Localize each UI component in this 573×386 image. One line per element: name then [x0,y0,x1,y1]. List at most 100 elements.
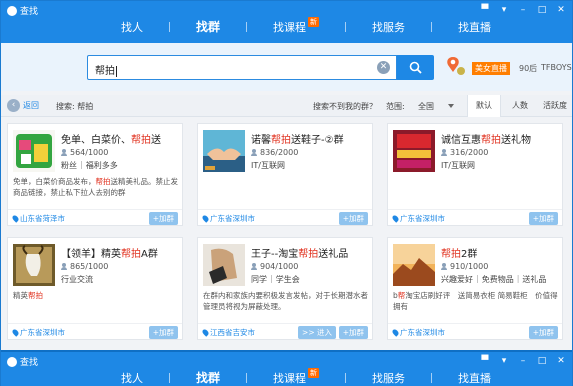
group-description: b帮淘宝店刷好评 送简易衣柜 简易鞋柜 价值得拥有 [393,291,558,311]
hot-word[interactable]: TFBOYS [541,63,572,72]
group-avatar [203,244,245,286]
not-found-link[interactable]: 搜索不到我的群？ [313,101,377,112]
join-group-button[interactable]: +加群 [338,326,368,339]
join-group-button[interactable]: +加群 [338,212,368,225]
enter-group-button[interactable]: >> 进入 [298,326,336,339]
search-icon [409,61,422,74]
tab-find-live[interactable]: 找直播 [458,19,491,35]
group-location: 山东省菏泽市 [11,213,65,224]
search-value: 帮拍 [95,66,115,77]
location-pin-icon[interactable] [445,55,467,77]
search-button[interactable] [397,55,434,80]
sort-default[interactable]: 默认 [467,95,501,117]
nav-divider [345,372,347,383]
group-card[interactable]: 诺馨帮拍送鞋子-②群 836/2000 IT/互联网 广东省深圳市 +加群 [197,123,373,226]
tab-find-groups[interactable]: 找群 [196,369,220,386]
tab-find-people[interactable]: 找人 [121,19,143,35]
menu-icon[interactable]: ▾ [499,5,509,15]
minimize-icon[interactable]: – [518,356,528,366]
tab-find-services[interactable]: 找服务 [372,370,405,386]
card-footer: 山东省菏泽市 +加群 [8,209,182,225]
close-icon[interactable]: ✕ [556,5,566,15]
maximize-icon[interactable]: □ [537,356,547,366]
group-card[interactable]: 诚信互惠帮拍送礼物 316/2000 IT/互联网 广东省深圳市 +加群 [387,123,563,226]
menu-icon[interactable]: ▾ [499,356,509,366]
join-group-button[interactable]: +加群 [528,212,558,225]
group-tags: 行业交流 [61,275,93,284]
group-avatar [393,130,435,172]
second-title-bar: 查找 找人 找群 找课程新 找服务 找直播 ▀ ▾ – □ ✕ [1,350,572,386]
group-name[interactable]: 诺馨帮拍送鞋子-②群 [251,131,344,146]
card-footer: 广东省深圳市 +加群 [8,323,182,339]
window-title: 查找 [20,358,39,368]
minimize-icon[interactable]: – [518,5,528,15]
top-nav: 找人 找群 找课程新 找服务 找直播 [121,367,491,386]
nav-divider [169,372,170,383]
group-card[interactable]: 【领羊】精英帮拍A群 865/1000 行业交流 精英帮拍 广东省深圳市 +加群 [7,237,183,340]
sort-activity[interactable]: 活跃度 [538,95,572,117]
maximize-icon[interactable]: □ [537,5,547,15]
search-input[interactable]: 帮拍 ✕ [87,55,397,80]
skin-icon[interactable]: ▀ [480,356,490,366]
tab-find-courses[interactable]: 找课程新 [273,367,320,386]
sort-members[interactable]: 人数 [503,95,537,117]
member-count: 904/1000 [251,262,298,271]
app-title: 查找 [7,4,38,17]
search-band: 帮拍 ✕ 美女直播 90后 TFBOYS [1,43,572,91]
location-icon [11,214,20,223]
members-icon [441,263,447,270]
group-results: 免单、白菜价、帮拍送 564/1000 粉丝 | 福利多多 免单，白菜价商品发布，帮… [7,123,572,345]
tab-find-people[interactable]: 找人 [121,370,143,386]
window-controls: ▀ ▾ – □ ✕ [480,356,566,366]
nav-divider [345,21,347,32]
tab-find-groups[interactable]: 找群 [196,18,220,35]
group-name[interactable]: 免单、白菜价、帮拍送 [61,131,161,146]
new-badge: 新 [308,367,320,378]
range-select[interactable]: 全国 [418,101,434,112]
clear-icon[interactable]: ✕ [377,61,390,74]
group-name[interactable]: 【领羊】精英帮拍A群 [61,245,158,260]
group-name[interactable]: 王子--淘宝帮拍送礼品 [251,245,348,260]
group-tags: IT/互联网 [251,161,285,170]
group-avatar [203,130,245,172]
window-title: 查找 [20,7,39,17]
group-tags: 兴趣爱好 | 免费物品 | 送礼品 [441,274,547,284]
nav-divider [246,21,248,32]
group-location: 广东省深圳市 [391,327,445,338]
group-name[interactable]: 诚信互惠帮拍送礼物 [441,131,531,146]
group-card[interactable]: 免单、白菜价、帮拍送 564/1000 粉丝 | 福利多多 免单，白菜价商品发布，帮… [7,123,183,226]
join-group-button[interactable]: +加群 [148,326,178,339]
promo-tag[interactable]: 美女直播 [472,62,510,75]
group-card[interactable]: 王子--淘宝帮拍送礼品 904/1000 同学 | 学生会 在群内和家族内要积极发言… [197,237,373,340]
back-label: 返回 [23,101,39,110]
breadcrumb: 搜索: 帮拍 [56,102,94,111]
title-bar: 查找 找人 找群 找课程新 找服务 找直播 ▀ ▾ – □ ✕ [1,1,572,43]
card-footer: 广东省深圳市 +加群 [388,209,562,225]
top-nav: 找人 找群 找课程新 找服务 找直播 [121,16,491,35]
qq-logo-icon [7,356,17,367]
join-group-button[interactable]: +加群 [528,326,558,339]
tab-find-services[interactable]: 找服务 [372,19,405,35]
filter-bar: ‹ 返回 搜索: 帮拍 搜索不到我的群？ 范围: 全国 默认 人数 活跃度 [1,95,572,117]
join-group-button[interactable]: +加群 [148,212,178,225]
group-name[interactable]: 帮拍2群 [441,245,477,260]
skin-icon[interactable]: ▀ [480,5,490,15]
tab-find-courses[interactable]: 找课程新 [273,16,320,35]
tab-find-live[interactable]: 找直播 [458,370,491,386]
location-icon [391,214,400,223]
back-arrow-icon: ‹ [7,99,20,112]
find-window: 查找 找人 找群 找课程新 找服务 找直播 ▀ ▾ – □ ✕ 帮拍 ✕ 美女直… [0,0,573,386]
hot-word[interactable]: 90后 [519,63,537,74]
card-footer: 广东省深圳市 +加群 [388,323,562,339]
group-tags: 粉丝 | 福利多多 [61,160,118,170]
members-icon [61,263,67,270]
back-button[interactable]: ‹ 返回 [7,99,39,112]
group-card[interactable]: 帮拍2群 910/1000 兴趣爱好 | 免费物品 | 送礼品 b帮淘宝店刷好评 送简易… [387,237,563,340]
member-count: 316/2000 [441,148,488,157]
member-count: 836/2000 [251,148,298,157]
close-icon[interactable]: ✕ [556,356,566,366]
chevron-down-icon[interactable] [448,104,454,108]
members-icon [441,149,447,156]
group-description: 免单，白菜价商品发布，帮拍送精美礼品。禁止发商品链接，禁止私下拉人去别的群 [13,177,178,197]
member-count: 910/1000 [441,262,488,271]
